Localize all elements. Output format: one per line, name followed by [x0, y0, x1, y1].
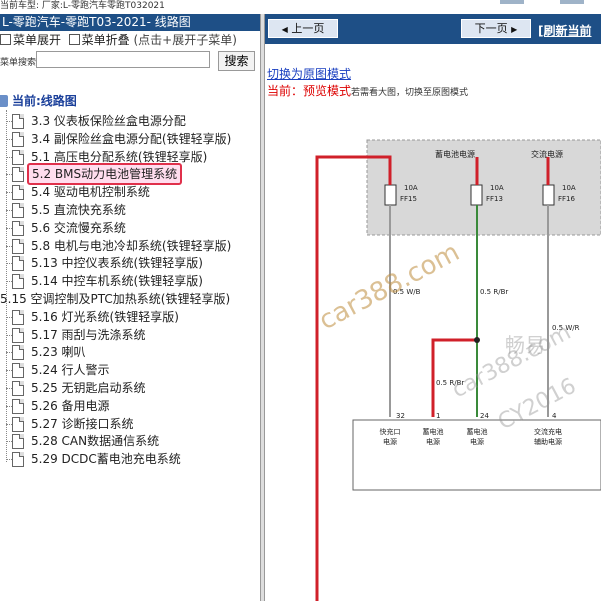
tree-item-label: 5.23 喇叭	[31, 345, 86, 360]
fuse-rating-ff15: 10A	[404, 184, 418, 192]
tree-item-label: 5.4 驱动电机控制系统	[31, 185, 150, 200]
pin-label-32-a: 快充口	[380, 427, 401, 436]
arrow-right-icon: ▶	[511, 25, 518, 34]
wiring-diagram: 蓄电池电源 交流电源 10A FF15 10A FF13 10A FF16 0.…	[314, 139, 601, 601]
document-icon	[12, 327, 24, 343]
next-page-button[interactable]: 下一页 ▶	[461, 19, 531, 38]
page-nav-bar: ◀ 上一页 下一页 ▶ [刷新当前	[265, 14, 601, 44]
tree-item-label: 5.17 雨刮与洗涤系统	[31, 327, 146, 342]
tree-root-label: 当前:线路图	[12, 94, 77, 108]
pin-label-4-a: 交流充电	[534, 427, 562, 436]
pin-32: 32	[396, 412, 405, 420]
search-label: 菜单搜索	[0, 58, 37, 68]
tree-item-label: 5.2 BMS动力电池管理系统	[27, 163, 183, 186]
fuse-name-ff15: FF15	[400, 195, 417, 203]
tree-item-label: 5.14 中控车机系统(铁锂轻享版)	[31, 274, 203, 289]
document-icon	[12, 274, 24, 290]
document-icon	[12, 363, 24, 379]
current-label: 当前：	[267, 84, 304, 98]
document-icon	[12, 434, 24, 450]
pin-1: 1	[436, 412, 440, 420]
document-icon	[12, 452, 24, 468]
current-mode-hint: 若需看大图，切换至原图模式	[351, 88, 469, 98]
tree-item-label: 5.29 DCDC蓄电池充电系统	[31, 452, 181, 467]
fuse-rating-ff13: 10A	[490, 184, 504, 192]
pin-label-4-b: 辅助电源	[534, 437, 562, 446]
document-icon	[12, 345, 24, 361]
document-icon	[12, 381, 24, 396]
fuse-name-ff16: FF16	[558, 195, 576, 203]
menu-expand-link[interactable]: 菜单展开	[13, 33, 61, 47]
tree-item-label: 3.3 仪表板保险丝盒电源分配	[31, 114, 186, 128]
tree-guide-line	[6, 110, 7, 462]
fuse-rating-ff16: 10A	[562, 184, 576, 192]
menu-hint: (点击+展开子菜单)	[133, 33, 237, 47]
tree-item-label: 5.15 空调控制及PTC加热系统(铁锂轻享版)	[0, 292, 231, 306]
fuse-name-ff13: FF13	[486, 195, 503, 203]
model-info-text: 当前车型: 厂家:L-零跑汽车零跑T032021	[0, 1, 165, 11]
document-icon	[12, 220, 24, 236]
refresh-link[interactable]: [刷新当前	[538, 22, 592, 39]
wire-label-r-br-1: 0.5 R/Br	[480, 288, 508, 296]
tree-item-label: 3.4 副保险丝盒电源分配(铁锂轻享版)	[31, 131, 232, 146]
tree-item-label: 5.8 电机与电池冷却系统(铁锂轻享版)	[31, 238, 232, 253]
menu-controls: 菜单展开 菜单折叠 (点击+展开子菜单)	[0, 31, 260, 49]
document-icon	[12, 398, 24, 414]
next-page-label: 下一页	[474, 22, 508, 35]
pin-label-24-a: 蓄电池	[467, 427, 488, 436]
document-icon	[12, 167, 24, 183]
tree-item-label: 5.28 CAN数据通信系统	[31, 434, 160, 449]
top-button-1[interactable]	[500, 0, 524, 4]
menu-title: L-零跑汽车-零跑T03-2021- 线路图	[0, 14, 260, 31]
pin-label-24-b: 电源	[470, 437, 484, 446]
search-row: 菜单搜索 搜索	[0, 49, 260, 75]
tree-item-label: 5.27 诊断接口系统	[31, 416, 134, 431]
document-icon	[12, 185, 24, 201]
tree-item-label: 5.13 中控仪表系统(铁锂轻享版)	[31, 256, 203, 271]
pin-label-32-b: 电源	[383, 437, 397, 446]
document-icon	[12, 238, 24, 254]
pin-label-1-a: 蓄电池	[423, 427, 444, 436]
pin-4: 4	[552, 412, 557, 420]
expand-icon[interactable]	[0, 34, 11, 45]
menu-collapse-link[interactable]: 菜单折叠	[82, 33, 130, 47]
tree-item-label: 5.5 直流快充系统	[31, 203, 126, 217]
splice-point	[474, 337, 480, 343]
top-status-strip: 当前车型: 厂家:L-零跑汽车零跑T032021	[0, 0, 601, 14]
tree-item-label: 5.25 无钥匙启动系统	[31, 381, 146, 395]
arrow-left-icon: ◀	[281, 25, 288, 34]
search-button[interactable]: 搜索	[218, 51, 255, 71]
tree-item-label: 5.24 行人警示	[31, 363, 110, 378]
document-icon	[12, 131, 24, 147]
tree-root[interactable]: 当前:线路图	[0, 92, 77, 110]
document-icon	[12, 416, 24, 432]
computer-icon	[0, 95, 8, 107]
pin-label-1-b: 电源	[426, 437, 440, 446]
tree-item-label: 5.26 备用电源	[31, 398, 110, 413]
current-mode-value: 预览模式	[303, 84, 352, 98]
prev-page-button[interactable]: ◀ 上一页	[268, 19, 338, 38]
collapse-icon[interactable]	[68, 34, 80, 45]
document-icon	[12, 203, 24, 218]
search-input[interactable]	[36, 51, 210, 68]
top-button-2[interactable]	[560, 0, 584, 4]
prev-page-label: 上一页	[291, 22, 325, 35]
document-icon	[12, 309, 24, 325]
document-icon	[12, 256, 24, 272]
document-icon	[12, 149, 24, 165]
current-mode: 当前：预览模式若需看大图，切换至原图模式	[267, 82, 468, 99]
pin-24: 24	[480, 412, 489, 420]
tree-item-label: 5.6 交流慢充系统	[31, 220, 126, 235]
document-icon	[12, 114, 24, 129]
switch-original-link[interactable]: 切换为原图模式	[267, 65, 351, 82]
tree-item-label: 5.16 灯光系统(铁锂轻享版)	[31, 309, 179, 324]
supply-label-1: 蓄电池电源	[435, 149, 475, 159]
